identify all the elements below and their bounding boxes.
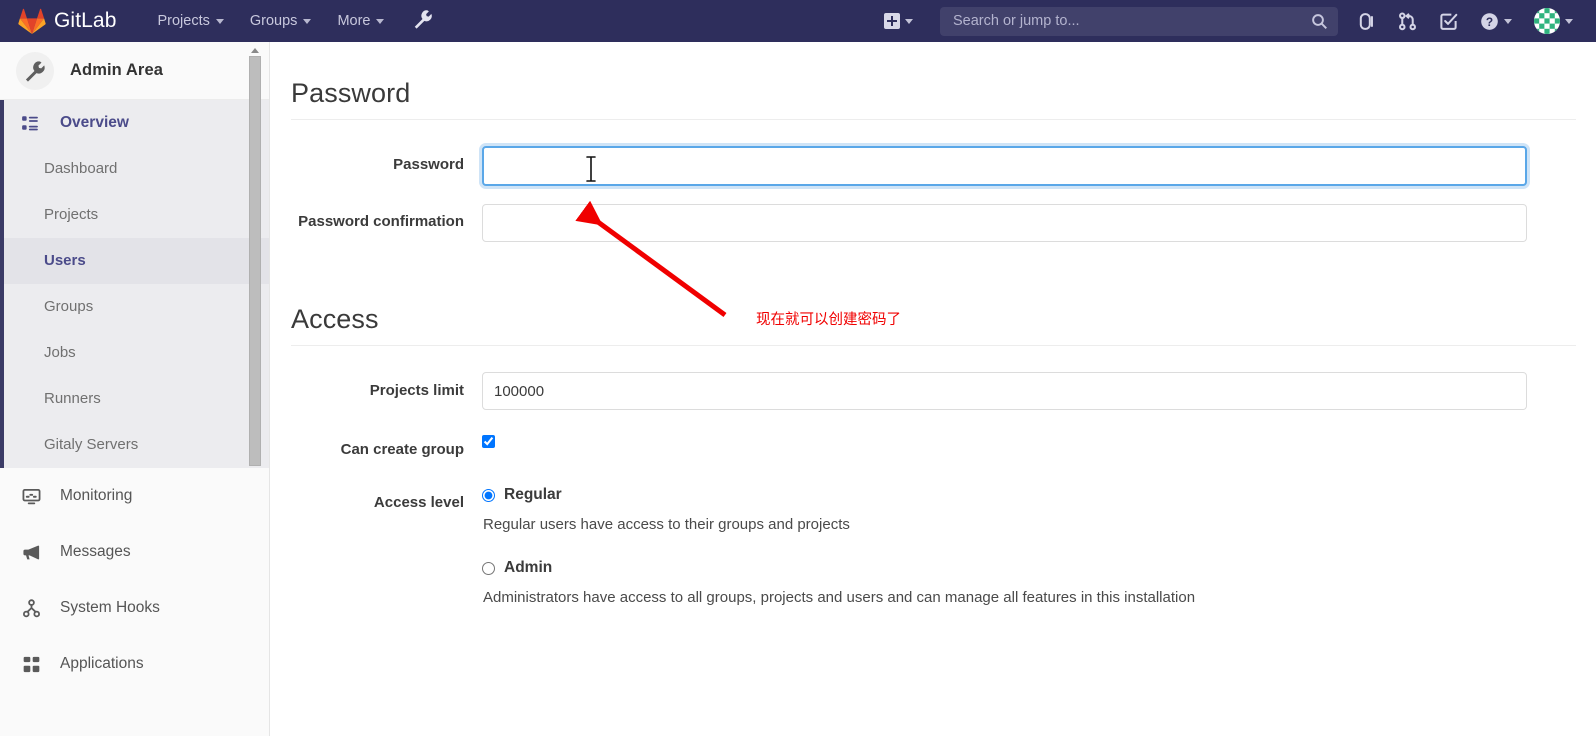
- sidebar-scrollbar[interactable]: [249, 42, 261, 736]
- navbar-right-group: Search or jump to... ?: [873, 0, 1584, 42]
- sidebar-scrollbar-thumb[interactable]: [249, 56, 261, 466]
- sidebar-item-system-hooks[interactable]: System Hooks: [0, 580, 269, 636]
- gitlab-admin-edit-user-page: GitLab Projects Groups More Search or ju…: [0, 0, 1596, 736]
- access-section-heading: Access: [291, 304, 379, 334]
- user-menu-button[interactable]: [1523, 0, 1584, 42]
- access-level-field-wrap: Regular Regular users have access to the…: [482, 486, 1576, 632]
- hook-icon: [20, 598, 42, 618]
- sidebar-item-label: Monitoring: [60, 487, 133, 504]
- projects-limit-input[interactable]: [482, 372, 1527, 410]
- sidebar-item-monitoring[interactable]: Monitoring: [0, 468, 269, 524]
- section-divider: [291, 119, 1576, 120]
- can-create-group-label: Can create group: [340, 441, 464, 458]
- chevron-down-icon: [905, 18, 913, 24]
- sidebar-item-applications[interactable]: Applications: [0, 636, 269, 692]
- brand-title: GitLab: [54, 9, 117, 32]
- sidebar-item-label: Overview: [60, 114, 129, 131]
- can-create-group-row: Can create group: [291, 428, 1576, 460]
- projects-limit-row: Projects limit: [291, 372, 1576, 410]
- access-level-regular-radio[interactable]: [482, 488, 495, 502]
- sidebar-item-label: Messages: [60, 543, 131, 560]
- sidebar-title: Admin Area: [70, 61, 163, 79]
- password-confirmation-field-row: Password confirmation: [291, 204, 1576, 242]
- admin-area-button[interactable]: [403, 0, 443, 42]
- access-level-admin-option[interactable]: Admin: [482, 559, 1576, 577]
- projects-limit-field-wrap: [482, 372, 1576, 410]
- nav-item-label: More: [337, 13, 371, 29]
- nav-item-label: Groups: [249, 13, 298, 29]
- password-label: Password: [393, 156, 464, 173]
- main-content: Password Password Password confirmation …: [271, 42, 1596, 736]
- password-input[interactable]: [482, 146, 1527, 186]
- todos-icon[interactable]: [1428, 0, 1469, 42]
- chevron-down-icon: [1565, 18, 1573, 24]
- search-placeholder: Search or jump to...: [953, 13, 1080, 29]
- gitlab-brand-link[interactable]: GitLab: [18, 0, 116, 42]
- sidebar-item-projects[interactable]: Projects: [4, 192, 269, 238]
- megaphone-icon: [20, 543, 42, 562]
- merge-requests-icon[interactable]: [1387, 0, 1428, 42]
- scroll-up-arrow-icon[interactable]: [249, 44, 261, 56]
- access-level-row: Access level Regular Regular users have …: [291, 486, 1576, 632]
- plus-square-icon: [884, 13, 900, 29]
- password-field-row: Password: [291, 146, 1576, 186]
- issues-icon[interactable]: [1346, 0, 1387, 42]
- access-level-admin-help: Administrators have access to all groups…: [483, 589, 1196, 607]
- admin-sidebar: Admin Area Overview Dashboard Projects U…: [0, 42, 270, 736]
- password-section-heading: Password: [291, 78, 411, 108]
- chevron-down-icon: [303, 18, 312, 24]
- sidebar-item-overview[interactable]: Overview: [4, 100, 269, 146]
- wrench-icon: [413, 9, 433, 34]
- nav-item-groups[interactable]: Groups: [237, 0, 325, 42]
- sidebar-item-label: Applications: [60, 655, 144, 672]
- access-level-regular-label[interactable]: Regular: [504, 486, 562, 504]
- top-navbar: GitLab Projects Groups More Search or ju…: [0, 0, 1596, 42]
- sidebar-item-gitaly-servers[interactable]: Gitaly Servers: [4, 422, 269, 468]
- sidebar-item-label: System Hooks: [60, 599, 160, 616]
- avatar: [1534, 8, 1560, 34]
- sidebar-item-messages[interactable]: Messages: [0, 524, 269, 580]
- access-level-regular-option[interactable]: Regular: [482, 486, 1576, 504]
- create-new-button[interactable]: [873, 0, 924, 42]
- sidebar-item-jobs[interactable]: Jobs: [4, 330, 269, 376]
- nav-item-more[interactable]: More: [324, 0, 397, 42]
- sidebar-item-groups[interactable]: Groups: [4, 284, 269, 330]
- sidebar-item-users[interactable]: Users: [4, 238, 269, 284]
- edit-user-form: Password Password Password confirmation …: [271, 42, 1596, 632]
- chevron-down-icon: [376, 18, 385, 24]
- gitlab-tanuki-logo-icon: [18, 8, 46, 34]
- password-confirmation-label: Password confirmation: [298, 213, 464, 230]
- nav-item-projects[interactable]: Projects: [144, 0, 236, 42]
- can-create-group-field-wrap: [482, 428, 1576, 453]
- password-confirmation-field-wrap: [482, 204, 1576, 242]
- sidebar-item-dashboard[interactable]: Dashboard: [4, 146, 269, 192]
- sidebar-header[interactable]: Admin Area: [0, 42, 269, 100]
- chevron-down-icon: [1504, 18, 1512, 24]
- can-create-group-checkbox[interactable]: [482, 435, 495, 448]
- svg-text:?: ?: [1486, 15, 1493, 29]
- access-level-regular-help: Regular users have access to their group…: [483, 516, 850, 534]
- monitor-icon: [20, 487, 42, 506]
- access-level-admin-radio[interactable]: [482, 561, 495, 575]
- sidebar-section-overview: Overview Dashboard Projects Users Groups…: [0, 100, 269, 468]
- admin-area-wrench-icon: [16, 51, 54, 90]
- nav-item-label: Projects: [157, 13, 210, 29]
- access-level-admin-label[interactable]: Admin: [504, 559, 552, 577]
- applications-grid-icon: [20, 655, 42, 674]
- password-confirmation-input[interactable]: [482, 204, 1527, 242]
- search-input[interactable]: Search or jump to...: [940, 6, 1338, 36]
- help-icon[interactable]: ?: [1469, 0, 1523, 42]
- search-icon: [1311, 13, 1328, 35]
- sidebar-item-runners[interactable]: Runners: [4, 376, 269, 422]
- chevron-down-icon: [215, 18, 224, 24]
- projects-limit-label: Projects limit: [369, 382, 464, 399]
- access-level-label: Access level: [373, 494, 464, 512]
- section-divider: [291, 345, 1576, 346]
- overview-grid-icon: [20, 114, 40, 132]
- password-field-wrap: [482, 146, 1576, 186]
